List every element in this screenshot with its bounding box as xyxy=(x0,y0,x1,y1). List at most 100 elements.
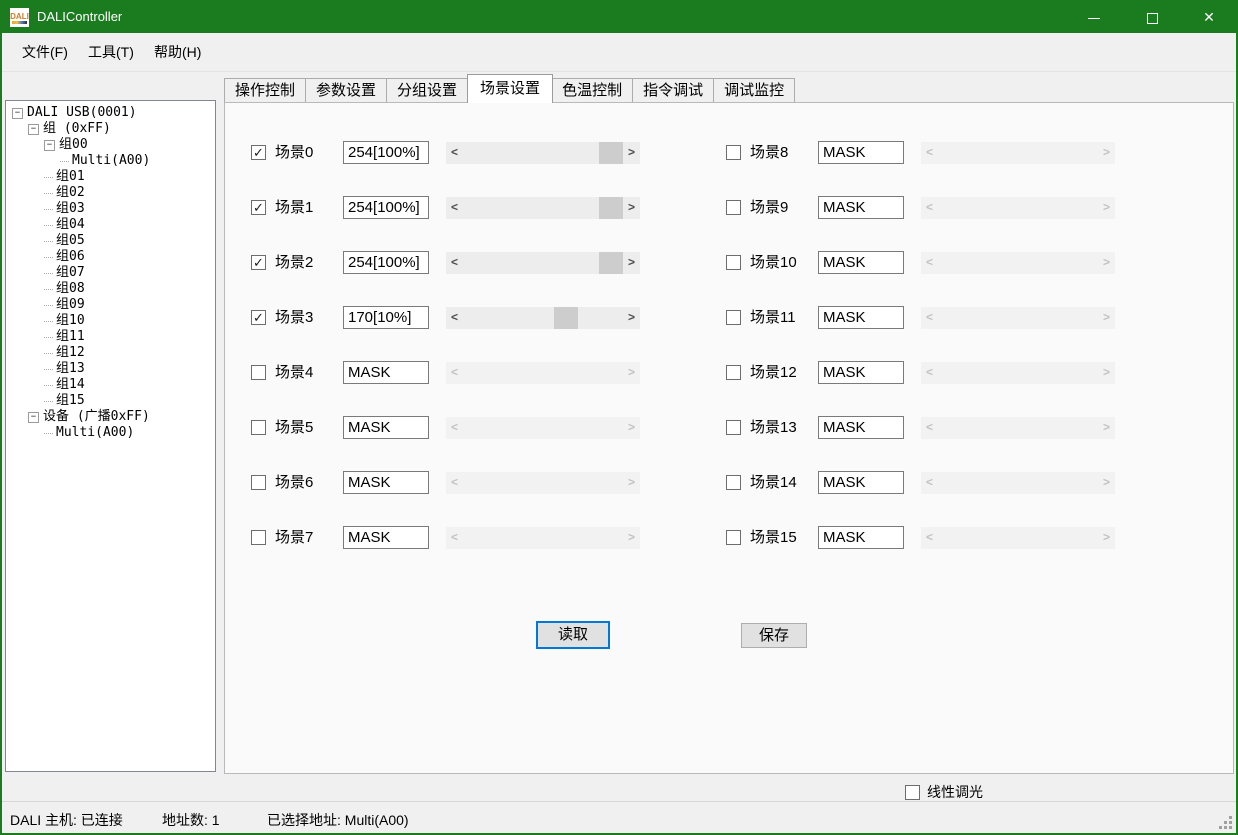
tab-指令调试[interactable]: 指令调试 xyxy=(633,78,714,103)
tree-item[interactable]: 组07 xyxy=(6,265,215,281)
tree-item[interactable]: Multi(A00) xyxy=(6,425,215,441)
scene-value-input[interactable] xyxy=(343,526,429,549)
scrollbar-thumb[interactable] xyxy=(599,197,623,219)
resize-grip[interactable] xyxy=(1219,816,1233,830)
scene-checkbox[interactable] xyxy=(726,145,741,160)
scene-value-input[interactable] xyxy=(343,361,429,384)
tab-操作控制[interactable]: 操作控制 xyxy=(224,78,306,103)
scroll-right-icon[interactable]: > xyxy=(1098,307,1115,329)
scene-level-scrollbar[interactable]: <> xyxy=(921,252,1115,274)
tree-item[interactable]: 组05 xyxy=(6,233,215,249)
scene-checkbox[interactable] xyxy=(726,200,741,215)
scroll-left-icon[interactable]: < xyxy=(921,527,938,549)
save-button[interactable]: 保存 xyxy=(741,623,807,648)
scroll-left-icon[interactable]: < xyxy=(446,142,463,164)
scene-checkbox[interactable]: ✓ xyxy=(251,310,266,325)
scroll-left-icon[interactable]: < xyxy=(446,362,463,384)
scene-value-input[interactable] xyxy=(818,306,904,329)
scroll-right-icon[interactable]: > xyxy=(1098,417,1115,439)
scene-value-input[interactable] xyxy=(818,471,904,494)
scene-level-scrollbar[interactable]: <> xyxy=(921,527,1115,549)
scroll-right-icon[interactable]: > xyxy=(1098,252,1115,274)
scene-checkbox[interactable] xyxy=(726,255,741,270)
scroll-left-icon[interactable]: < xyxy=(921,197,938,219)
scroll-left-icon[interactable]: < xyxy=(446,417,463,439)
maximize-button[interactable] xyxy=(1127,2,1177,33)
scroll-left-icon[interactable]: < xyxy=(921,417,938,439)
scrollbar-thumb[interactable] xyxy=(554,307,578,329)
scroll-left-icon[interactable]: < xyxy=(921,472,938,494)
tree-item[interactable]: 组04 xyxy=(6,217,215,233)
scroll-left-icon[interactable]: < xyxy=(446,527,463,549)
tree-item[interactable]: 组10 xyxy=(6,313,215,329)
tree-collapse-icon[interactable]: − xyxy=(28,412,39,423)
scroll-left-icon[interactable]: < xyxy=(446,252,463,274)
scroll-left-icon[interactable]: < xyxy=(921,142,938,164)
tree-item[interactable]: 组14 xyxy=(6,377,215,393)
scroll-left-icon[interactable]: < xyxy=(921,252,938,274)
scene-level-scrollbar[interactable]: <> xyxy=(921,362,1115,384)
scroll-right-icon[interactable]: > xyxy=(623,527,640,549)
tree-item[interactable]: Multi(A00) xyxy=(6,153,215,169)
scene-level-scrollbar[interactable]: <> xyxy=(921,142,1115,164)
scroll-right-icon[interactable]: > xyxy=(623,307,640,329)
scene-value-input[interactable] xyxy=(818,141,904,164)
tab-色温控制[interactable]: 色温控制 xyxy=(552,78,633,103)
scroll-right-icon[interactable]: > xyxy=(1098,527,1115,549)
tab-分组设置[interactable]: 分组设置 xyxy=(387,78,468,103)
scroll-right-icon[interactable]: > xyxy=(1098,142,1115,164)
tree-item[interactable]: 组12 xyxy=(6,345,215,361)
scroll-right-icon[interactable]: > xyxy=(623,362,640,384)
scene-level-scrollbar[interactable]: <> xyxy=(921,197,1115,219)
scroll-left-icon[interactable]: < xyxy=(921,362,938,384)
scene-value-input[interactable] xyxy=(818,196,904,219)
scene-checkbox[interactable]: ✓ xyxy=(251,145,266,160)
scroll-right-icon[interactable]: > xyxy=(623,417,640,439)
minimize-button[interactable] xyxy=(1069,2,1119,33)
scroll-left-icon[interactable]: < xyxy=(446,472,463,494)
scene-level-scrollbar[interactable]: <> xyxy=(446,417,640,439)
scroll-right-icon[interactable]: > xyxy=(1098,197,1115,219)
tree-item[interactable]: 组02 xyxy=(6,185,215,201)
scroll-right-icon[interactable]: > xyxy=(1098,472,1115,494)
scene-value-input[interactable] xyxy=(343,251,429,274)
scroll-right-icon[interactable]: > xyxy=(623,197,640,219)
scene-level-scrollbar[interactable]: <> xyxy=(921,472,1115,494)
tree-item[interactable]: 组09 xyxy=(6,297,215,313)
linear-dimming-checkbox[interactable] xyxy=(905,785,920,800)
scene-checkbox[interactable] xyxy=(251,420,266,435)
tree-collapse-icon[interactable]: − xyxy=(44,140,55,151)
tab-参数设置[interactable]: 参数设置 xyxy=(306,78,387,103)
scene-checkbox[interactable] xyxy=(726,475,741,490)
scene-checkbox[interactable] xyxy=(251,530,266,545)
tree-item[interactable]: 组01 xyxy=(6,169,215,185)
scroll-right-icon[interactable]: > xyxy=(623,252,640,274)
tree-item[interactable]: 组08 xyxy=(6,281,215,297)
scene-checkbox[interactable] xyxy=(726,530,741,545)
scene-checkbox[interactable]: ✓ xyxy=(251,200,266,215)
scene-level-scrollbar[interactable]: <> xyxy=(446,527,640,549)
tree-item[interactable]: 组13 xyxy=(6,361,215,377)
scene-level-scrollbar[interactable]: <> xyxy=(921,417,1115,439)
scene-level-scrollbar[interactable]: <> xyxy=(446,307,640,329)
scene-value-input[interactable] xyxy=(343,306,429,329)
scene-value-input[interactable] xyxy=(343,471,429,494)
scene-value-input[interactable] xyxy=(818,526,904,549)
tree-item[interactable]: 组03 xyxy=(6,201,215,217)
scene-value-input[interactable] xyxy=(818,251,904,274)
scene-level-scrollbar[interactable]: <> xyxy=(446,142,640,164)
scene-value-input[interactable] xyxy=(343,196,429,219)
scene-checkbox[interactable] xyxy=(251,475,266,490)
scrollbar-thumb[interactable] xyxy=(599,252,623,274)
tab-场景设置[interactable]: 场景设置 xyxy=(467,74,553,103)
scrollbar-thumb[interactable] xyxy=(599,142,623,164)
menu-tools[interactable]: 工具(T) xyxy=(76,33,146,71)
scene-checkbox[interactable] xyxy=(251,365,266,380)
scene-value-input[interactable] xyxy=(818,416,904,439)
scroll-right-icon[interactable]: > xyxy=(623,142,640,164)
scroll-left-icon[interactable]: < xyxy=(446,307,463,329)
tree-item[interactable]: 组15 xyxy=(6,393,215,409)
tree-item[interactable]: −组 (0xFF) xyxy=(6,121,215,137)
menu-help[interactable]: 帮助(H) xyxy=(142,33,213,71)
scene-level-scrollbar[interactable]: <> xyxy=(446,197,640,219)
